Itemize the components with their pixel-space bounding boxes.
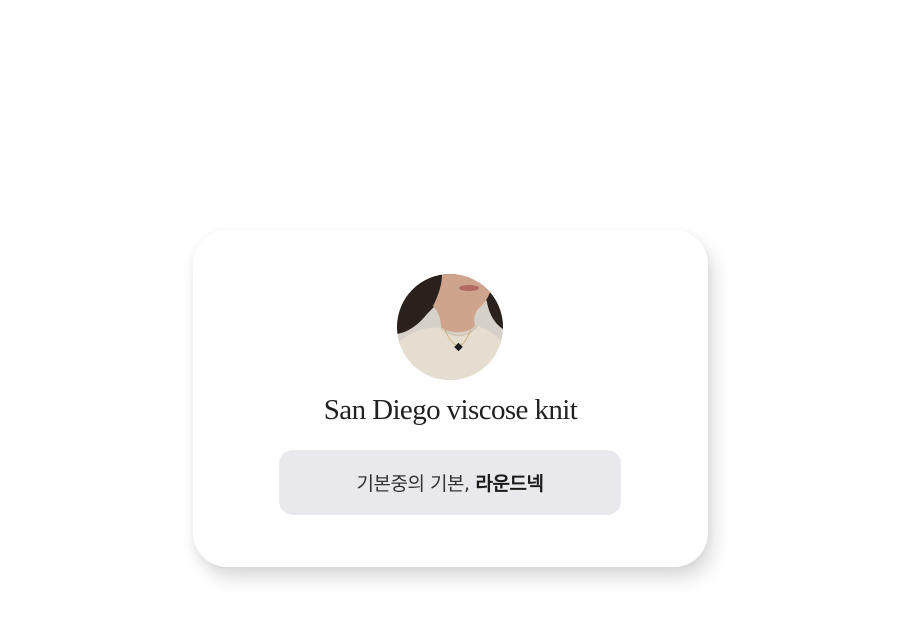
product-title: San Diego viscose knit	[323, 394, 578, 426]
product-avatar-image	[397, 274, 503, 380]
product-card: San Diego viscose knit 기본중의 기본, 라운드넥	[193, 230, 708, 567]
tagline-regular-text: 기본중의 기본,	[356, 473, 470, 495]
tagline-bold-text: 라운드넥	[475, 473, 544, 495]
tagline-badge: 기본중의 기본, 라운드넥	[279, 450, 621, 515]
